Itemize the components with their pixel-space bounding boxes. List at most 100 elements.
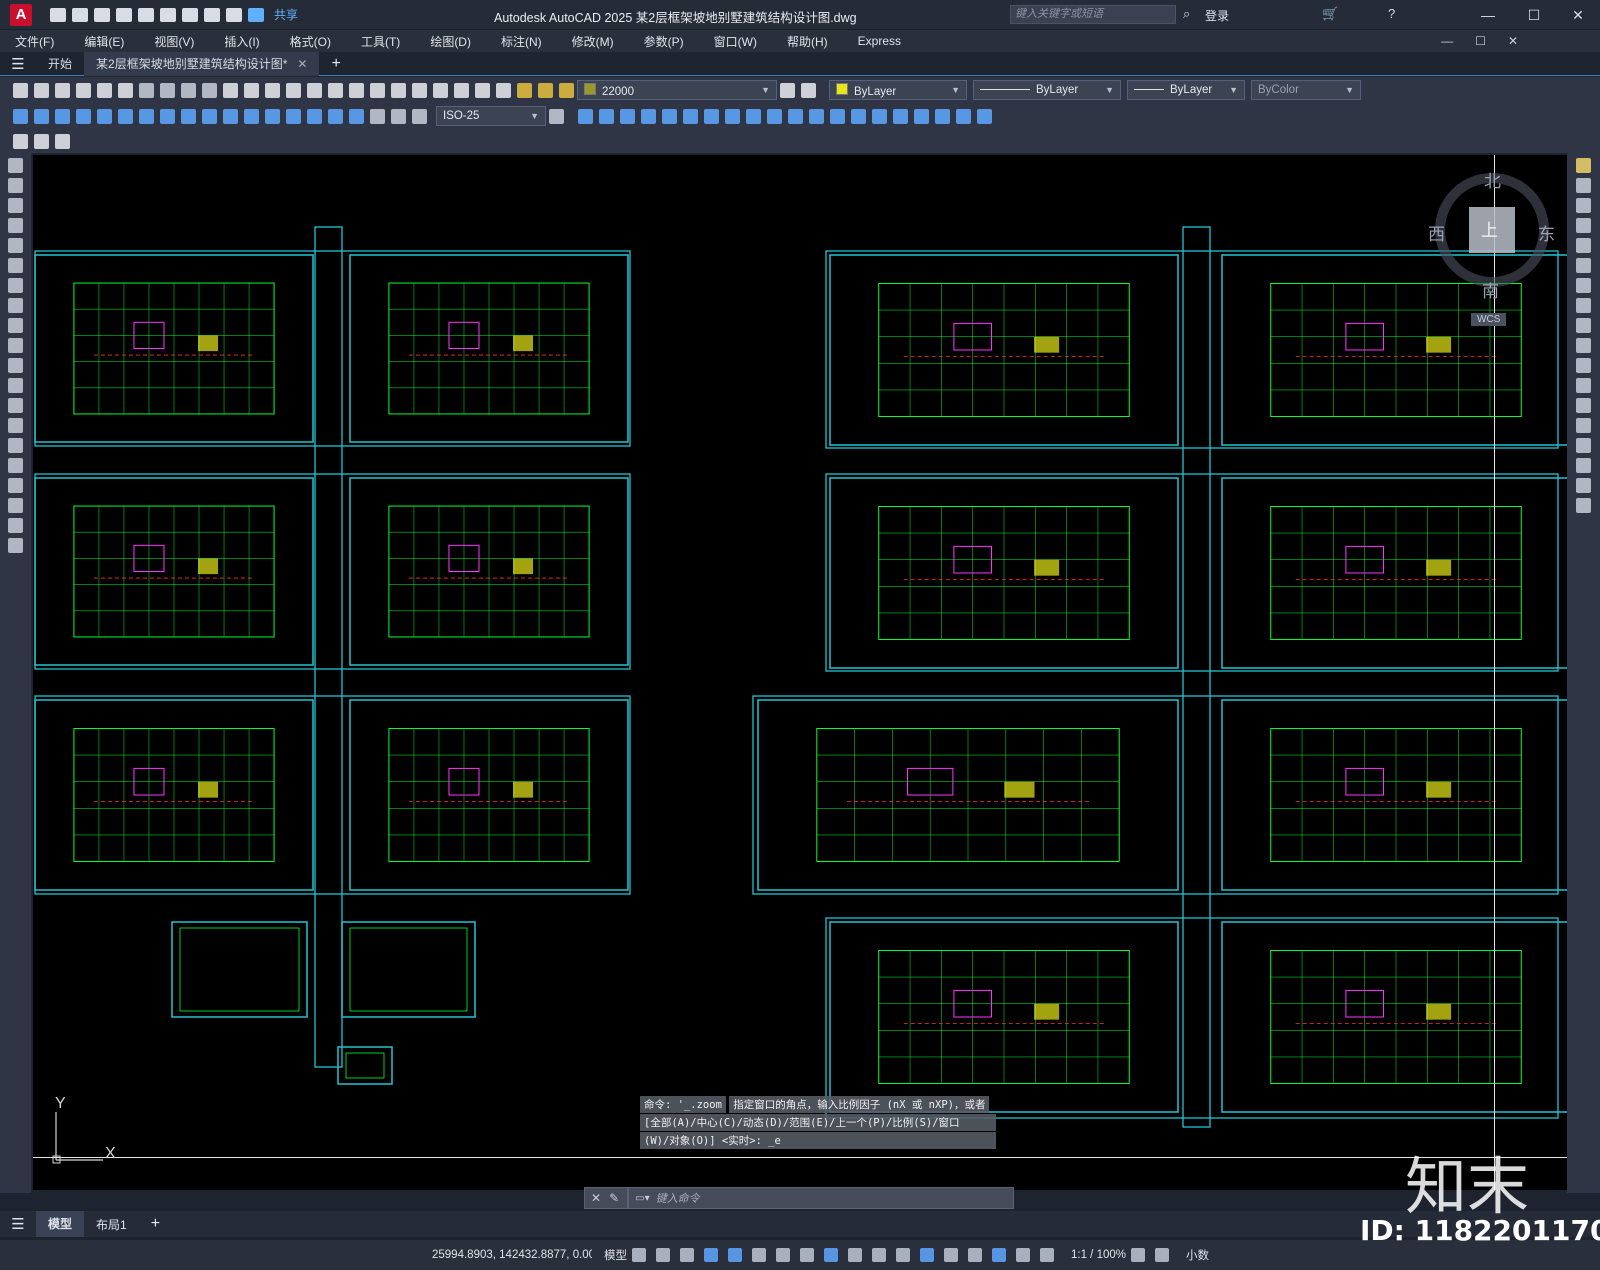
loft-icon[interactable] — [788, 108, 803, 124]
erase-icon[interactable] — [1576, 158, 1591, 173]
insert-block-icon[interactable] — [8, 378, 23, 393]
zoom-previous-icon[interactable] — [328, 82, 343, 98]
dynamic-ucs-icon[interactable] — [944, 1248, 958, 1262]
command-line[interactable]: ✕ ✎ ▭▾ 键入命令 — [584, 1187, 1014, 1209]
login-button[interactable]: 登录 — [1205, 7, 1229, 24]
region-icon[interactable] — [8, 478, 23, 493]
save-icon[interactable] — [94, 7, 110, 22]
ordinate-icon[interactable] — [76, 108, 91, 124]
shell-icon[interactable] — [935, 108, 950, 124]
selection-filter-icon[interactable] — [968, 1248, 982, 1262]
object-snap-tracking-icon[interactable] — [800, 1248, 814, 1262]
extend-icon[interactable] — [1576, 358, 1591, 373]
linetype-dropdown[interactable]: ByLayer ▼ — [973, 80, 1121, 100]
save-toolbar-icon[interactable] — [55, 82, 70, 98]
menu-window[interactable]: 窗口(W) — [699, 33, 772, 50]
arc-icon[interactable] — [8, 258, 23, 273]
new-file-icon[interactable] — [50, 7, 66, 22]
tab-model[interactable]: 模型 — [36, 1211, 85, 1237]
layer-previous-icon[interactable] — [801, 82, 816, 98]
slice-icon[interactable] — [872, 108, 887, 124]
wcs-menu[interactable]: WCS — [1471, 313, 1507, 326]
diameter-icon[interactable] — [139, 108, 154, 124]
table-style-icon[interactable] — [55, 133, 70, 149]
close-command-icon[interactable]: ✕ — [591, 1191, 601, 1205]
share-icon[interactable] — [248, 7, 264, 22]
grid-icon[interactable] — [632, 1248, 646, 1262]
close-icon[interactable]: ✕ — [1556, 0, 1600, 30]
plot-toolbar-icon[interactable] — [76, 82, 91, 98]
annotation-scale[interactable]: 1:1 / 100% — [1071, 1249, 1126, 1261]
add-selected-icon[interactable] — [8, 538, 23, 553]
zoom-window-icon[interactable] — [307, 82, 322, 98]
app-menu-button[interactable]: A — [10, 3, 32, 26]
menu-modify[interactable]: 修改(M) — [557, 33, 629, 50]
open-file-icon[interactable] — [72, 7, 88, 22]
new-tab-button[interactable]: + — [331, 55, 340, 73]
menu-view[interactable]: 视图(V) — [139, 33, 209, 50]
menu-file[interactable]: 文件(F) — [0, 33, 69, 50]
dim-update-icon[interactable] — [412, 108, 427, 124]
workspace-gear-icon[interactable] — [1130, 1248, 1145, 1262]
trim-icon[interactable] — [1576, 338, 1591, 353]
menu-format[interactable]: 格式(O) — [275, 33, 346, 50]
tool-palettes-icon[interactable] — [391, 82, 406, 98]
section-icon[interactable] — [893, 108, 908, 124]
isodraft-icon[interactable] — [776, 1248, 790, 1262]
inspection-icon[interactable] — [328, 108, 343, 124]
mirror-icon[interactable] — [1576, 198, 1591, 213]
block-editor-icon[interactable] — [13, 133, 28, 149]
save-as-icon[interactable] — [116, 7, 132, 22]
close-tab-icon[interactable]: ✕ — [297, 57, 307, 71]
cone-icon[interactable] — [620, 108, 635, 124]
rotate-icon[interactable] — [1576, 278, 1591, 293]
pyramid-icon[interactable] — [704, 108, 719, 124]
mtext-icon[interactable] — [8, 518, 23, 533]
model-space-toggle[interactable]: 模型 — [604, 1247, 627, 1263]
linear-dim-icon[interactable] — [13, 108, 28, 124]
tab-layout1[interactable]: 布局1 — [84, 1216, 139, 1233]
cart-icon[interactable]: 🛒 — [1322, 6, 1338, 22]
sweep-icon[interactable] — [767, 108, 782, 124]
polygon-icon[interactable] — [8, 218, 23, 233]
auto-scale-icon[interactable] — [1040, 1248, 1054, 1262]
copy-icon[interactable] — [160, 82, 175, 98]
paste-icon[interactable] — [181, 82, 196, 98]
lineweight-icon[interactable] — [848, 1248, 862, 1262]
search-input[interactable]: 键入关键字或短语 — [1010, 5, 1176, 24]
compass-east[interactable]: 东 — [1538, 220, 1555, 245]
center-mark-icon[interactable] — [307, 108, 322, 124]
qnew-icon[interactable] — [13, 82, 28, 98]
search-icon[interactable]: ⌕ — [1183, 6, 1190, 22]
wedge-icon[interactable] — [683, 108, 698, 124]
cut-icon[interactable] — [139, 82, 154, 98]
ortho-icon[interactable] — [728, 1248, 742, 1262]
publish-icon[interactable] — [138, 7, 154, 22]
layer-lock-icon[interactable] — [559, 82, 574, 98]
box-icon[interactable] — [578, 108, 593, 124]
gradient-icon[interactable] — [8, 458, 23, 473]
polar-icon[interactable] — [752, 1248, 766, 1262]
menu-draw[interactable]: 绘图(D) — [415, 33, 486, 50]
ellipse-arc-icon[interactable] — [8, 358, 23, 373]
snap-icon[interactable] — [656, 1248, 670, 1262]
annotation-visibility-icon[interactable] — [1016, 1248, 1030, 1262]
hatch-icon[interactable] — [8, 438, 23, 453]
coordinates-readout[interactable]: 25994.8903, 142432.8877, 0.0000 — [432, 1249, 592, 1261]
offset-icon[interactable] — [1576, 218, 1591, 233]
recent-commands-icon[interactable]: ▭▾ — [635, 1193, 649, 1204]
baseline-icon[interactable] — [202, 108, 217, 124]
menu-parametric[interactable]: 参数(P) — [629, 33, 699, 50]
scale-icon[interactable] — [1576, 298, 1591, 313]
lineweight-dropdown[interactable]: ByLayer ▼ — [1127, 80, 1245, 100]
ellipse-icon[interactable] — [8, 338, 23, 353]
maximize-icon[interactable]: ☐ — [1512, 0, 1556, 30]
preview-icon[interactable] — [97, 82, 112, 98]
dim-edit-icon[interactable] — [370, 108, 385, 124]
polyline-icon[interactable] — [8, 198, 23, 213]
match-properties-icon[interactable] — [202, 82, 217, 98]
transparency-icon[interactable] — [872, 1248, 886, 1262]
layer-properties-icon[interactable] — [496, 82, 511, 98]
menu-tools[interactable]: 工具(T) — [346, 33, 415, 50]
print-icon[interactable] — [182, 7, 198, 22]
